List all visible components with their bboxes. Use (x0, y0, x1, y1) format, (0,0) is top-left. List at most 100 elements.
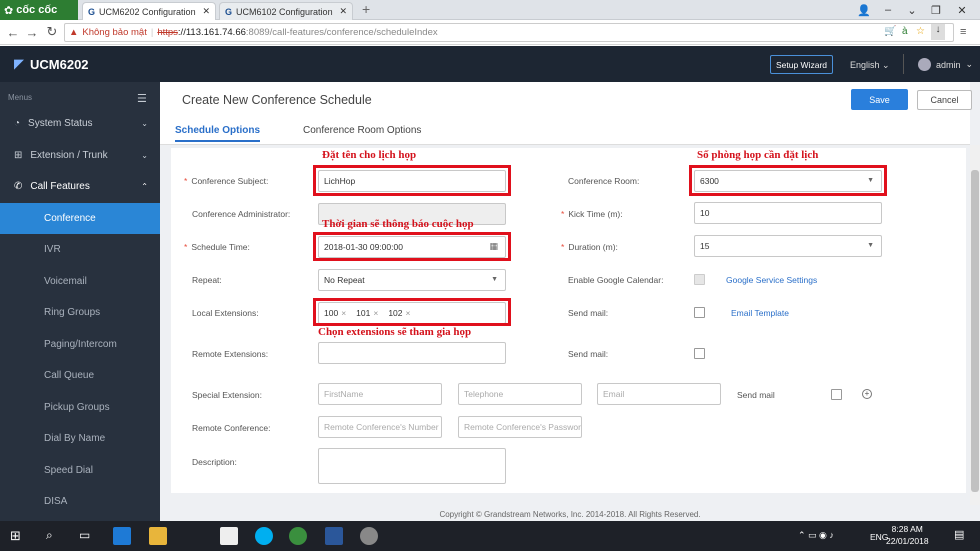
page-title: Create New Conference Schedule (182, 93, 372, 107)
kick-time-input[interactable]: 10 (694, 202, 882, 224)
tray-icons[interactable]: ⌃ ▭ ◉ ♪ (798, 530, 834, 541)
download-icon[interactable]: ↓ (931, 24, 945, 40)
special-extension-telephone-input[interactable]: Telephone (458, 383, 582, 405)
header-divider (903, 54, 904, 74)
language-select[interactable]: English ⌄ (850, 60, 890, 71)
paint-icon[interactable] (360, 527, 378, 545)
conference-subject-label: * Conference Subject: (184, 176, 269, 186)
url-input[interactable]: ▲ Không bảo mật | https://113.161.74.66:… (64, 23, 954, 42)
duration-select[interactable]: 15 ▼ (694, 235, 882, 257)
remote-conference-password-input[interactable]: Remote Conference's Password (458, 416, 582, 438)
enable-google-calendar-checkbox (694, 274, 705, 285)
skype-icon[interactable] (255, 527, 273, 545)
sidebar-item-ring-groups[interactable]: Ring Groups (0, 297, 160, 328)
coccoc-taskbar-icon[interactable] (289, 527, 307, 545)
menu-icon[interactable]: ≡ (960, 26, 966, 38)
app-logo: ◤ UCM6202 (14, 56, 89, 72)
special-extension-firstname-input[interactable]: FirstName (318, 383, 442, 405)
google-service-settings-link[interactable]: Google Service Settings (726, 275, 817, 285)
reload-icon[interactable]: ↻ (44, 24, 60, 40)
description-label: Description: (192, 457, 237, 467)
remote-conference-number-input[interactable]: Remote Conference's Number (318, 416, 442, 438)
cart-icon[interactable]: 🛒 (884, 26, 896, 37)
sidebar-item-ivr[interactable]: IVR (0, 234, 160, 265)
close-tab-icon[interactable]: ✕ (339, 6, 347, 17)
remote-extensions-input[interactable] (318, 342, 506, 364)
highlight-box-room (689, 165, 887, 196)
chevron-down-icon: ⌄ (141, 151, 148, 160)
browser-brand-logo[interactable]: ✿ cốc cốc (0, 0, 78, 20)
new-tab-button[interactable]: + (362, 1, 370, 17)
special-extension-email-input[interactable]: Email (597, 383, 721, 405)
app-header (0, 46, 980, 82)
setup-wizard-button[interactable]: Setup Wizard (770, 55, 833, 74)
star-icon[interactable]: ☆ (916, 26, 925, 37)
kick-time-label: * Kick Time (m): (561, 209, 623, 219)
notifications-icon[interactable]: ▤ (954, 528, 964, 541)
file-explorer-icon[interactable] (149, 527, 167, 545)
special-extension-label: Special Extension: (192, 390, 262, 400)
hamburger-icon[interactable]: ☰ (137, 92, 147, 105)
sidebar-item-paging-intercom[interactable]: Paging/Intercom (0, 329, 160, 360)
minimize-icon[interactable]: – (876, 0, 900, 20)
browser-tab-ucm6102[interactable]: G UCM6102 Configuration ✕ (219, 2, 353, 20)
back-icon[interactable]: ← (5, 24, 21, 40)
sidebar-item-pickup-groups[interactable]: Pickup Groups (0, 392, 160, 423)
forward-icon[interactable]: → (24, 24, 40, 40)
coccoc-icon: ✿ (4, 4, 14, 17)
special-send-mail-checkbox[interactable] (831, 389, 842, 400)
gauge-icon: ◔ (14, 118, 21, 129)
user-menu-icon[interactable]: 👤 (852, 0, 876, 20)
tab-conference-room-options[interactable]: Conference Room Options (303, 125, 421, 136)
sidebar-item-speed-dial[interactable]: Speed Dial (0, 455, 160, 486)
chevron-down-icon: ⌄ (882, 60, 890, 70)
sidebar-group-system-status[interactable]: ◔ System Status ⌄ (0, 108, 160, 139)
mail-icon[interactable] (220, 527, 238, 545)
word-icon[interactable] (325, 527, 343, 545)
edge-icon[interactable] (113, 527, 131, 545)
sidebar-item-disa[interactable]: DISA (0, 486, 160, 517)
browser-tab-ucm6202[interactable]: G UCM6202 Configuration ✕ (82, 2, 216, 20)
remote-extensions-label: Remote Extensions: (192, 349, 269, 359)
maximize-icon[interactable]: ❐ (924, 0, 948, 20)
send-mail-checkbox[interactable] (694, 307, 705, 318)
cancel-button[interactable]: Cancel (917, 90, 972, 110)
user-menu[interactable]: admin ⌄ (918, 58, 973, 71)
windows-start-icon[interactable]: ⊞ (10, 528, 21, 544)
taskbar-clock[interactable]: 8:28 AM 22/01/2018 (886, 523, 929, 547)
add-icon[interactable]: + (862, 389, 872, 399)
sidebar-group-extension-trunk[interactable]: ⊞ Extension / Trunk ⌄ (0, 140, 160, 171)
email-template-link[interactable]: Email Template (731, 308, 789, 318)
local-extensions-label: Local Extensions: (192, 308, 259, 318)
footer-copyright: Copyright © Grandstream Networks, Inc. 2… (439, 510, 701, 519)
annotation-extensions: Chọn extensions sẽ tham gia họp (318, 326, 472, 338)
network-icon: ⊞ (14, 150, 23, 161)
close-window-icon[interactable]: ✕ (950, 0, 974, 20)
sidebar-item-dial-by-name[interactable]: Dial By Name (0, 423, 160, 454)
description-textarea[interactable] (318, 448, 506, 484)
sidebar-item-voicemail[interactable]: Voicemail (0, 266, 160, 297)
enable-google-calendar-label: Enable Google Calendar: (568, 275, 664, 285)
search-icon[interactable]: ⌕ (46, 528, 53, 543)
options-tab-bar (160, 120, 970, 145)
schedule-form (171, 148, 966, 493)
repeat-select[interactable]: No Repeat ▼ (318, 269, 506, 291)
scrollbar-thumb[interactable] (971, 170, 979, 492)
send-mail-label: Send mail: (568, 308, 609, 318)
chevron-up-icon: ⌃ (141, 182, 148, 191)
sidebar-group-call-features[interactable]: ✆ Call Features ⌃ (0, 171, 160, 202)
tab-schedule-options[interactable]: Schedule Options (175, 125, 261, 142)
save-button[interactable]: Save (851, 89, 908, 110)
send-mail-checkbox[interactable] (694, 348, 705, 359)
conference-room-label: Conference Room: (568, 176, 640, 186)
chevron-down-icon: ⌄ (965, 59, 974, 69)
translate-icon[interactable]: à (902, 26, 908, 37)
task-view-icon[interactable]: ▭ (79, 528, 90, 542)
repeat-label: Repeat: (192, 275, 222, 285)
chevron-down-icon[interactable]: ⌄ (900, 0, 924, 20)
menus-label: Menus (8, 93, 33, 102)
sidebar-item-conference[interactable]: Conference (0, 203, 160, 234)
sidebar-item-call-queue[interactable]: Call Queue (0, 360, 160, 391)
close-tab-icon[interactable]: ✕ (202, 6, 210, 17)
duration-label: * Duration (m): (561, 242, 618, 252)
